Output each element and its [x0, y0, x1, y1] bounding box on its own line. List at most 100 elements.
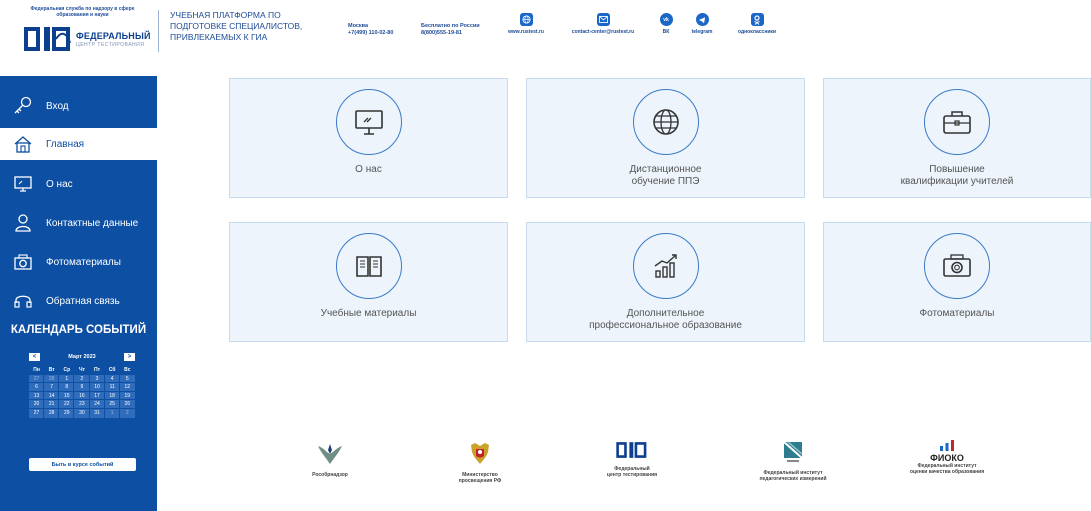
- sidebar-item-label: Обратная связь: [46, 295, 120, 307]
- calendar-day[interactable]: 7: [43, 382, 61, 393]
- email-link[interactable]: contact-center@rustest.ru: [566, 29, 640, 35]
- calendar-day[interactable]: 31: [88, 408, 106, 419]
- calendar-day[interactable]: 13: [27, 390, 46, 402]
- globe-icon: [632, 89, 699, 155]
- social-telegram[interactable]: telegram: [686, 13, 718, 35]
- calendar-day[interactable]: 20: [27, 399, 46, 410]
- tile-professional-education[interactable]: Дополнительное профессиональное образова…: [526, 222, 805, 342]
- platform-title: УЧЕБНАЯ ПЛАТФОРМА ПО ПОДГОТОВКЕ СПЕЦИАЛИ…: [170, 10, 303, 42]
- calendar-day[interactable]: 5: [118, 373, 136, 385]
- calendar-day[interactable]: 16: [73, 390, 91, 402]
- tile-photos[interactable]: Фотоматериалы: [823, 222, 1091, 342]
- calendar-day[interactable]: 27: [27, 408, 46, 419]
- calendar-day[interactable]: 22: [58, 399, 76, 410]
- calendar-day[interactable]: 9: [73, 382, 91, 393]
- monitor-icon: [335, 89, 402, 155]
- book-icon: [335, 233, 402, 299]
- calendar-day[interactable]: 1: [103, 408, 121, 419]
- calendar-day[interactable]: 6: [27, 382, 46, 393]
- calendar-day[interactable]: 27: [27, 373, 46, 385]
- sidebar-item-label: Вход: [46, 100, 69, 112]
- footer-logo-ministry[interactable]: Министерство просвещения РФ: [440, 440, 520, 484]
- calendar-weekday: Вт: [48, 367, 55, 373]
- ftc-logo: [592, 440, 672, 462]
- footer-logo-fipi[interactable]: Федеральный институт педагогических изме…: [748, 440, 838, 482]
- calendar-next-button[interactable]: >: [123, 353, 135, 361]
- subscribe-events-button[interactable]: Быть в курсе событий: [29, 458, 136, 471]
- footer-logo-ftc[interactable]: Федеральный центр тестирования: [592, 440, 672, 478]
- calendar-day[interactable]: 11: [103, 382, 121, 393]
- calendar-weekday: Сб: [108, 367, 116, 373]
- calendar-weekday: Пн: [33, 367, 40, 373]
- calendar-day[interactable]: 18: [103, 390, 121, 402]
- mail-icon: [596, 13, 610, 26]
- header: Федеральная служба по надзору в сфере об…: [0, 0, 1091, 66]
- calendar-day[interactable]: 8: [58, 382, 76, 393]
- tile-distance-learning[interactable]: Дистанционное обучение ППЭ: [526, 78, 805, 198]
- ok-link[interactable]: одноклассники: [732, 29, 782, 35]
- calendar-day[interactable]: 21: [43, 399, 61, 410]
- tile-label: О нас: [355, 164, 382, 175]
- calendar-day[interactable]: 23: [73, 399, 91, 410]
- logo-title: ФЕДЕРАЛЬНЫЙ: [76, 30, 151, 41]
- tile-study-materials[interactable]: Учебные материалы: [229, 222, 508, 342]
- tile-about[interactable]: О нас: [229, 78, 508, 198]
- calendar-day[interactable]: 17: [88, 390, 106, 402]
- calendar-day[interactable]: 3: [88, 373, 106, 385]
- sidebar: Вход Главная О нас Контактные данные Фот…: [0, 76, 157, 511]
- tile-label-line2: обучение ППЭ: [631, 176, 700, 187]
- sidebar-item-about[interactable]: О нас: [0, 168, 157, 200]
- vk-link[interactable]: ВК: [654, 29, 678, 35]
- footer-logo-fioko[interactable]: ФИОКО Федеральный институт оценки качест…: [897, 440, 997, 475]
- org-line: Федеральная служба по надзору в сфере об…: [30, 6, 135, 18]
- calendar-day[interactable]: 4: [103, 373, 121, 385]
- telegram-link[interactable]: telegram: [686, 29, 718, 35]
- calendar-day[interactable]: 15: [58, 390, 76, 402]
- social-vk[interactable]: vk ВК: [654, 13, 678, 35]
- calendar-day[interactable]: 28: [43, 373, 61, 385]
- calendar-day[interactable]: 2: [118, 408, 136, 419]
- logo[interactable]: ФЕДЕРАЛЬНЫЙ ЦЕНТР ТЕСТИРОВАНИЯ: [22, 25, 151, 53]
- calendar-day[interactable]: 29: [58, 408, 76, 419]
- footer-logo-line2: центр тестирования: [606, 472, 658, 478]
- home-icon: [12, 133, 34, 155]
- sidebar-item-feedback[interactable]: Обратная связь: [0, 285, 157, 317]
- tile-label-line2: профессиональное образование: [589, 320, 742, 331]
- growth-chart-icon: [632, 233, 699, 299]
- calendar-day[interactable]: 1: [58, 373, 76, 385]
- calendar-grid: Пн Вт Ср Чт Пт Сб Вс 27 28 1 2 3 4 5 6 7 8 9 10 11 12 13 14 15 1…: [27, 366, 136, 419]
- free-phone[interactable]: 8(800)555-19-81: [421, 30, 480, 37]
- footer-logo-line2: педагогических измерений: [759, 476, 827, 482]
- social-email[interactable]: contact-center@rustest.ru: [566, 13, 640, 35]
- calendar-day[interactable]: 26: [118, 399, 136, 410]
- sidebar-item-photos[interactable]: Фотоматериалы: [0, 246, 157, 278]
- tile-label-line1: Дистанционное: [629, 164, 702, 175]
- calendar-day[interactable]: 10: [88, 382, 106, 393]
- fioko-logo: [897, 440, 997, 454]
- tile-qualification[interactable]: Повышение квалификации учителей: [823, 78, 1091, 198]
- social-ok[interactable]: одноклассники: [732, 13, 782, 35]
- ftc-logo-mark: [24, 27, 71, 51]
- footer-logo-rosobrnadzor[interactable]: Рособрнадзор: [300, 440, 360, 478]
- logo-subtitle: ЦЕНТР ТЕСТИРОВАНИЯ: [76, 41, 145, 48]
- coat-of-arms-emblem: [440, 440, 520, 468]
- calendar-day[interactable]: 28: [43, 408, 61, 419]
- calendar-day[interactable]: 30: [73, 408, 91, 419]
- sidebar-item-home[interactable]: Главная: [0, 128, 157, 160]
- calendar-day[interactable]: 24: [88, 399, 106, 410]
- telegram-icon: [695, 13, 709, 26]
- calendar-day[interactable]: 19: [118, 390, 136, 402]
- calendar-day[interactable]: 12: [118, 382, 136, 393]
- calendar-title: КАЛЕНДАРЬ СОБЫТИЙ: [10, 324, 147, 336]
- tile-label-line1: Дополнительное: [626, 308, 705, 319]
- website-link[interactable]: www.rustest.ru: [506, 29, 546, 35]
- calendar-day[interactable]: 2: [73, 373, 91, 385]
- moscow-phone[interactable]: +7(499) 110-02-80: [348, 30, 393, 37]
- calendar-prev-button[interactable]: <: [29, 353, 40, 361]
- calendar-weekday: Пт: [94, 367, 101, 373]
- calendar-day[interactable]: 14: [43, 390, 61, 402]
- calendar-day[interactable]: 25: [103, 399, 121, 410]
- sidebar-item-contacts[interactable]: Контактные данные: [0, 207, 157, 239]
- social-website[interactable]: www.rustest.ru: [506, 13, 546, 35]
- sidebar-item-login[interactable]: Вход: [0, 90, 157, 122]
